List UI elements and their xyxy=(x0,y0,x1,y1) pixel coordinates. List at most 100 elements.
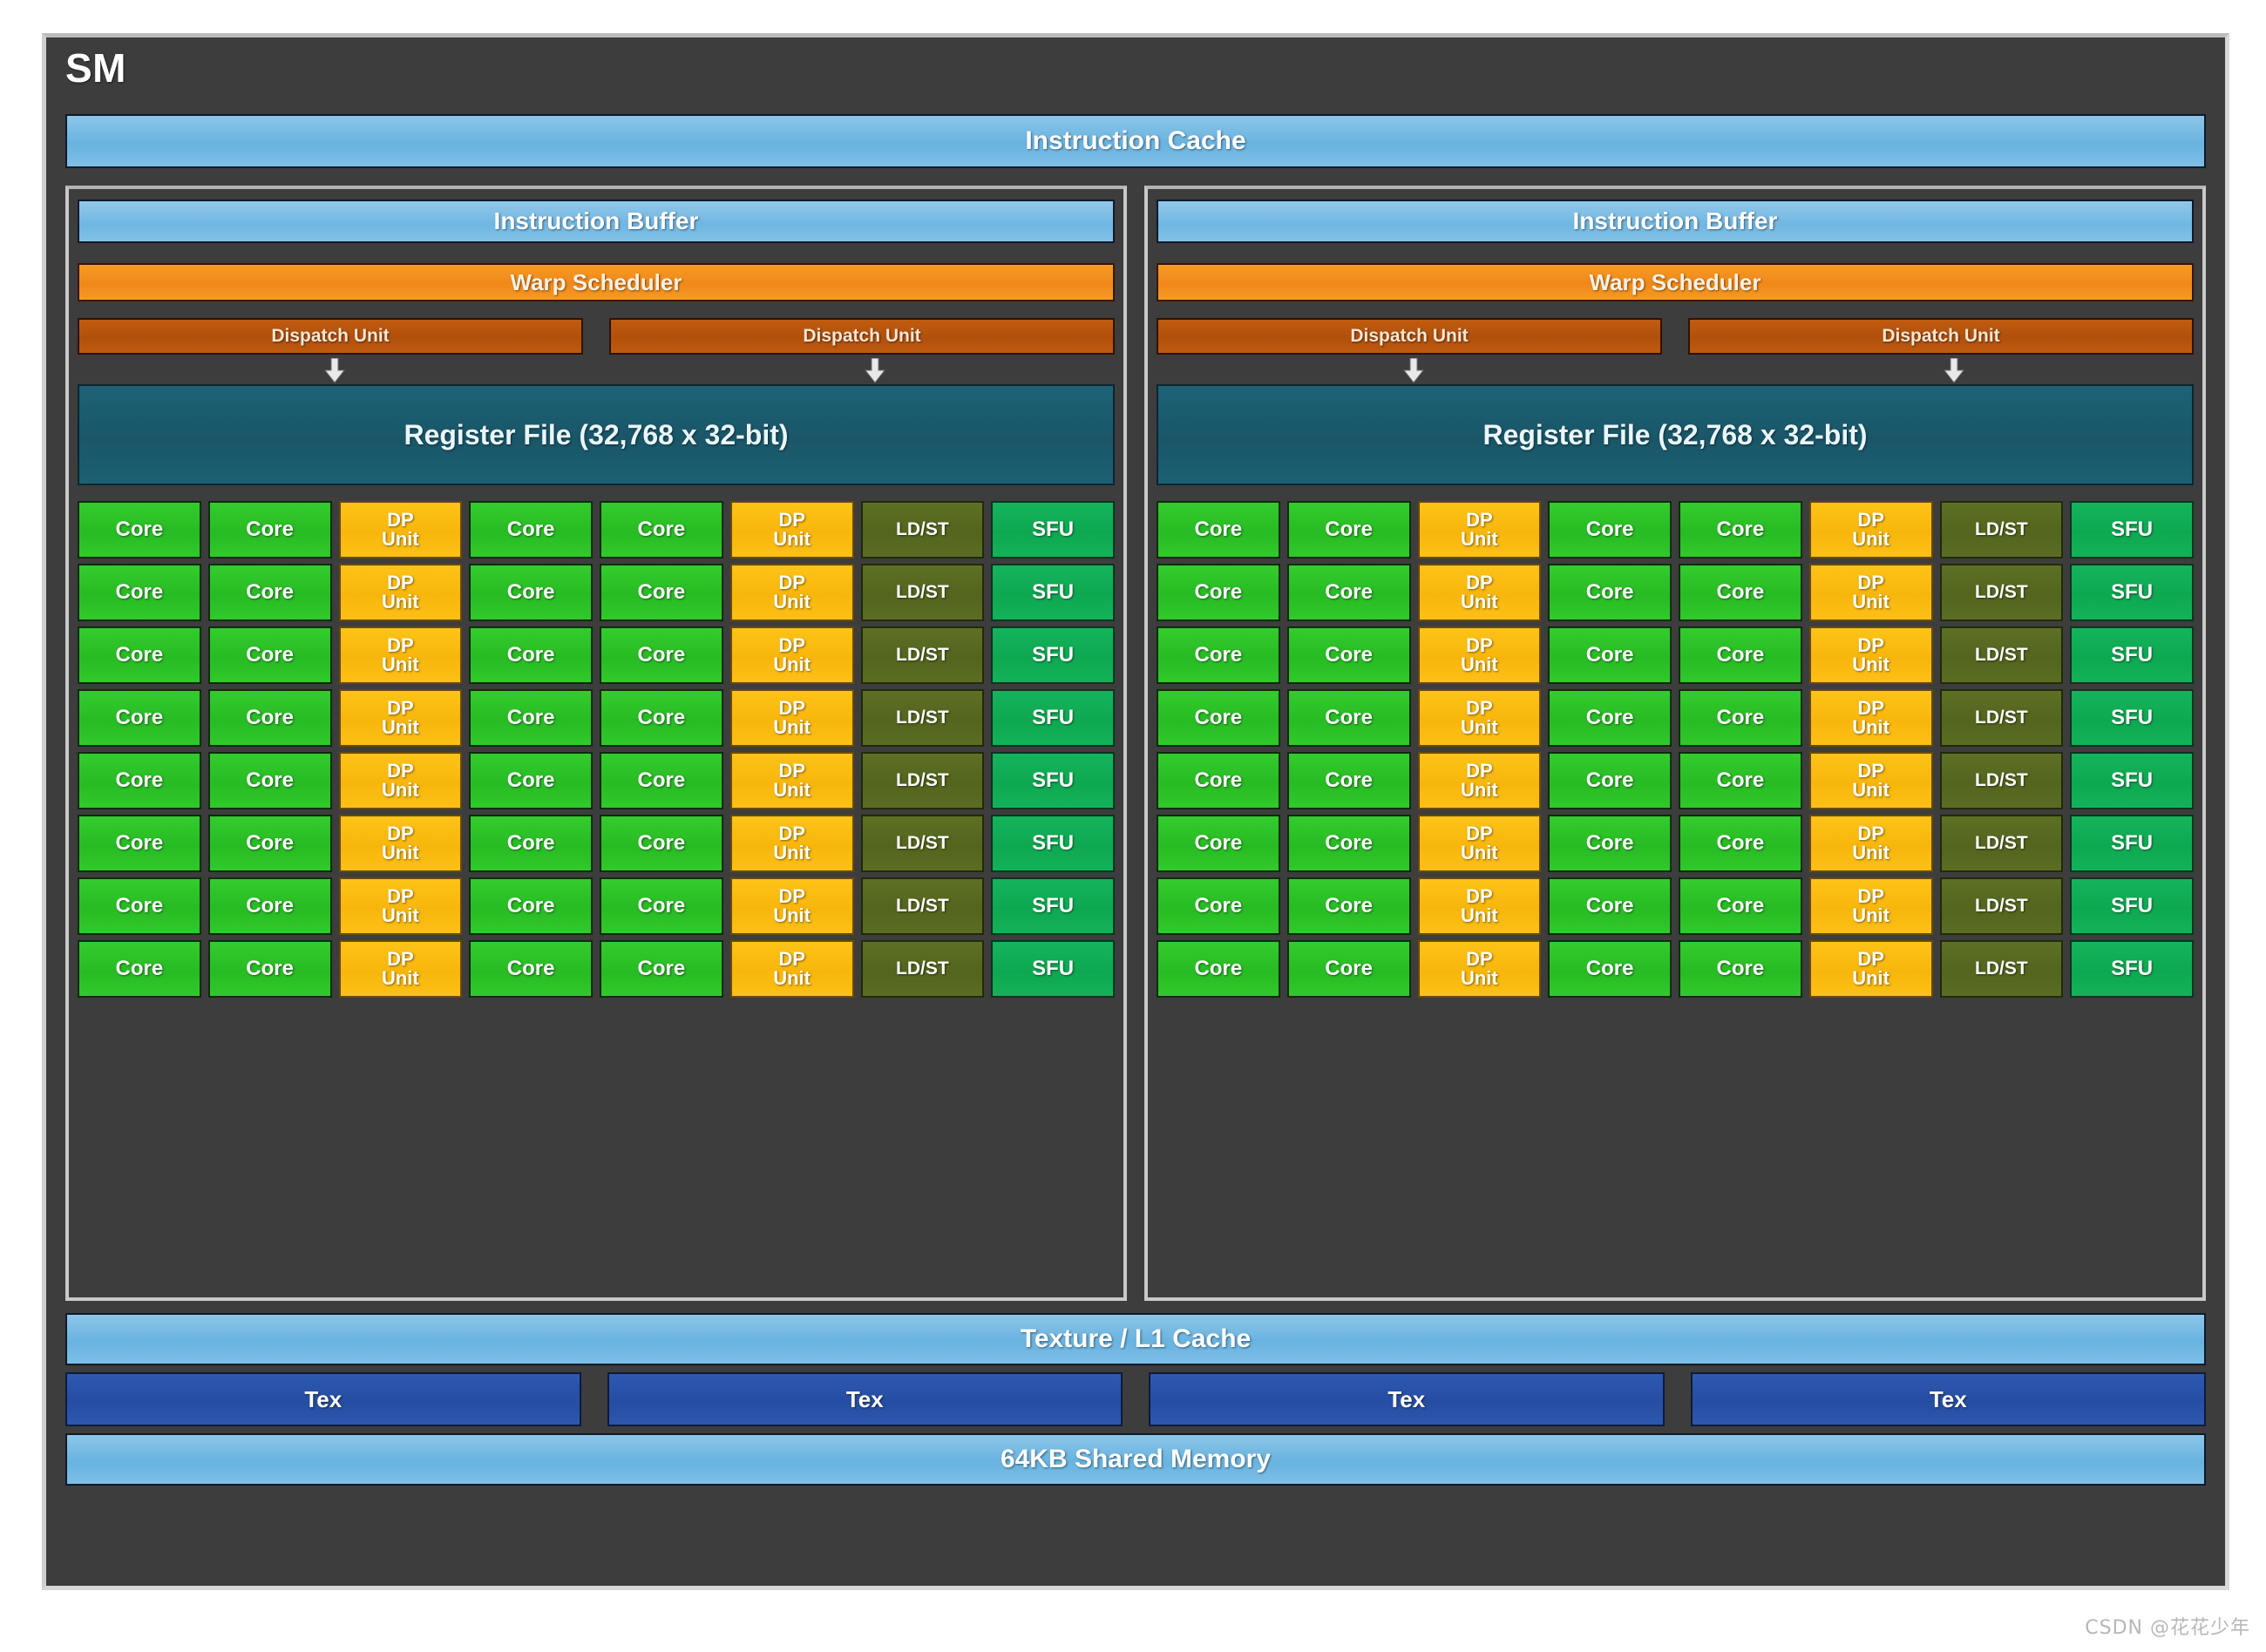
dp-unit-label-line2: Unit xyxy=(773,653,811,675)
core-unit: Core xyxy=(600,501,723,559)
core-unit-label: Core xyxy=(1194,705,1243,729)
dp-unit-label-line2: Unit xyxy=(773,591,811,613)
ldst-unit-label: LD/ST xyxy=(896,770,949,791)
warp-scheduler-block: Warp Scheduler xyxy=(78,263,1115,301)
core-unit: Core xyxy=(78,501,201,559)
dispatch-unit-block: Dispatch Unit xyxy=(78,318,583,355)
tex-unit-row: Tex Tex Tex Tex xyxy=(65,1372,2206,1426)
dp-unit-label-line2: Unit xyxy=(1460,904,1498,926)
core-unit-label: Core xyxy=(1585,893,1634,917)
execution-unit-grid-right: Core Core DP Unit Core Core DP Unit LD/ST SFU Core… xyxy=(1157,501,2194,998)
ldst-unit: LD/ST xyxy=(860,689,985,747)
core-unit-label: Core xyxy=(1325,705,1373,729)
core-unit: Core xyxy=(78,752,201,809)
dp-unit-label-line2: Unit xyxy=(1852,779,1889,801)
core-unit-label: Core xyxy=(1716,579,1765,604)
dp-unit-label-line2: Unit xyxy=(1852,904,1889,926)
ldst-unit-label: LD/ST xyxy=(1975,519,2028,540)
core-unit-label: Core xyxy=(1585,705,1634,729)
core-unit-label: Core xyxy=(506,517,555,541)
dp-unit-label-line2: Unit xyxy=(773,779,811,801)
dp-unit: DP Unit xyxy=(1808,501,1933,559)
core-unit: Core xyxy=(469,752,593,809)
dispatch-arrow-row xyxy=(78,356,1115,384)
shared-memory-block: 64KB Shared Memory xyxy=(65,1433,2206,1486)
dp-unit-label-line1: DP xyxy=(778,508,805,531)
core-unit: Core xyxy=(1679,564,1802,621)
dp-unit-label-line1: DP xyxy=(387,822,414,844)
ldst-unit: LD/ST xyxy=(1939,564,2064,621)
dp-unit: DP Unit xyxy=(338,940,463,998)
dp-unit: DP Unit xyxy=(1417,877,1542,935)
dp-unit-label-line2: Unit xyxy=(1852,842,1889,863)
core-unit-label: Core xyxy=(115,642,164,667)
sfu-unit-label: SFU xyxy=(2111,956,2154,980)
core-unit-label: Core xyxy=(1716,642,1765,667)
dp-unit-label-line2: Unit xyxy=(381,591,419,613)
dp-unit-label-line1: DP xyxy=(778,696,805,719)
core-unit: Core xyxy=(469,940,593,998)
core-unit-label: Core xyxy=(115,893,164,917)
dispatch-unit-block: Dispatch Unit xyxy=(609,318,1115,355)
dp-unit-label-line2: Unit xyxy=(1852,716,1889,738)
core-unit: Core xyxy=(1548,940,1672,998)
dp-unit: DP Unit xyxy=(1417,940,1542,998)
dp-unit: DP Unit xyxy=(729,689,854,747)
dp-unit-label-line2: Unit xyxy=(773,842,811,863)
dp-unit-label-line2: Unit xyxy=(1852,967,1889,989)
dp-unit-label-line1: DP xyxy=(387,947,414,970)
dp-unit-label-line1: DP xyxy=(387,884,414,907)
dp-unit-label-line2: Unit xyxy=(773,904,811,926)
dp-unit-label-line1: DP xyxy=(1466,696,1493,719)
sfu-unit-label: SFU xyxy=(2111,893,2154,917)
core-unit: Core xyxy=(1157,752,1280,809)
core-unit: Core xyxy=(600,752,723,809)
dp-unit-label-line1: DP xyxy=(778,571,805,593)
sfu-unit-label: SFU xyxy=(2111,517,2154,541)
ldst-unit: LD/ST xyxy=(1939,501,2064,559)
core-unit-label: Core xyxy=(1194,642,1243,667)
dp-unit-label-line1: DP xyxy=(1857,884,1884,907)
sfu-unit-label: SFU xyxy=(1032,768,1075,792)
dp-unit-label-line2: Unit xyxy=(1460,528,1498,550)
core-unit-label: Core xyxy=(1716,705,1765,729)
sfu-unit-label: SFU xyxy=(2111,830,2154,855)
core-unit-label: Core xyxy=(115,830,164,855)
tex-unit-block: Tex xyxy=(65,1372,581,1426)
sfu-unit: SFU xyxy=(991,752,1115,809)
arrow-down-icon xyxy=(322,358,348,384)
core-unit: Core xyxy=(469,877,593,935)
dp-unit-label-line2: Unit xyxy=(773,528,811,550)
sfu-unit-label: SFU xyxy=(1032,830,1075,855)
dp-unit-label-line1: DP xyxy=(1466,822,1493,844)
sfu-unit: SFU xyxy=(991,689,1115,747)
sm-diagram-frame: SM Instruction Cache Instruction Buffer … xyxy=(42,33,2229,1590)
core-unit: Core xyxy=(1548,689,1672,747)
dp-unit-label-line2: Unit xyxy=(381,653,419,675)
core-unit: Core xyxy=(207,815,332,872)
sfu-unit: SFU xyxy=(2070,752,2194,809)
dp-unit-label-line1: DP xyxy=(387,633,414,656)
core-unit-label: Core xyxy=(246,830,294,855)
ldst-unit: LD/ST xyxy=(1939,940,2064,998)
core-unit-label: Core xyxy=(637,830,686,855)
sfu-unit-label: SFU xyxy=(2111,768,2154,792)
sfu-unit: SFU xyxy=(991,564,1115,621)
dp-unit: DP Unit xyxy=(729,752,854,809)
arrow-down-icon xyxy=(1401,358,1427,384)
ldst-unit-label: LD/ST xyxy=(896,645,949,666)
dp-unit: DP Unit xyxy=(1808,626,1933,684)
dp-unit-label-line2: Unit xyxy=(1460,967,1498,989)
core-unit: Core xyxy=(600,940,723,998)
core-unit-label: Core xyxy=(506,893,555,917)
core-unit-label: Core xyxy=(637,705,686,729)
core-unit: Core xyxy=(1548,877,1672,935)
ldst-unit: LD/ST xyxy=(860,752,985,809)
core-unit: Core xyxy=(1548,564,1672,621)
core-unit-label: Core xyxy=(1585,768,1634,792)
ldst-unit-label: LD/ST xyxy=(1975,582,2028,603)
core-unit: Core xyxy=(1679,940,1802,998)
sfu-unit-label: SFU xyxy=(1032,893,1075,917)
ldst-unit-label: LD/ST xyxy=(896,958,949,979)
core-unit: Core xyxy=(1679,689,1802,747)
